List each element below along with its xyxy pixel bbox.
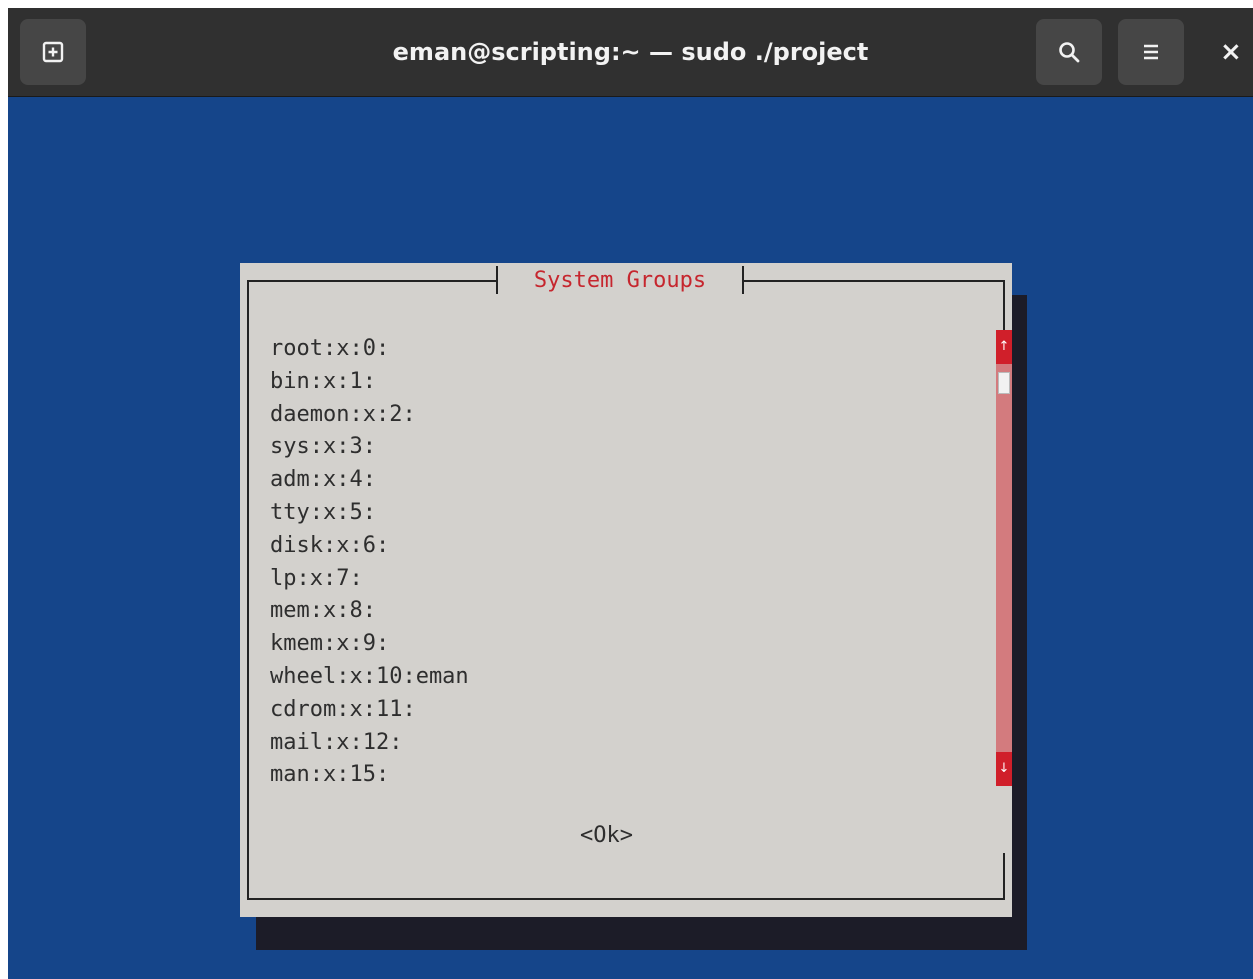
- list-item: wheel:x:10:eman: [270, 663, 469, 689]
- list-item: sys:x:3:: [270, 434, 376, 460]
- group-list: root:x:0: bin:x:1: daemon:x:2: sys:x:3: …: [270, 333, 469, 792]
- title-tick-right: [742, 266, 744, 294]
- frame-left: [247, 280, 249, 900]
- scroll-thumb[interactable]: [998, 372, 1010, 394]
- list-item: man:x:15:: [270, 762, 390, 788]
- list-item: daemon:x:2:: [270, 401, 416, 427]
- list-item: disk:x:6:: [270, 532, 390, 558]
- list-item: adm:x:4:: [270, 467, 376, 493]
- list-item: mem:x:8:: [270, 598, 376, 624]
- new-tab-button[interactable]: [20, 19, 86, 85]
- terminal-area[interactable]: System Groups root:x:0: bin:x:1: daemon:…: [8, 97, 1253, 979]
- frame-top-left: [247, 280, 497, 282]
- title-tick-left: [496, 266, 498, 294]
- hamburger-menu-icon: [1144, 44, 1158, 60]
- menu-button[interactable]: [1118, 19, 1184, 85]
- dialog-title: System Groups: [498, 263, 742, 299]
- new-tab-icon: [42, 41, 64, 63]
- frame-top-right: [742, 280, 1005, 282]
- list-item: tty:x:5:: [270, 499, 376, 525]
- scrollbar[interactable]: ↑ ↓: [996, 330, 1012, 786]
- close-button[interactable]: ×: [1220, 8, 1242, 96]
- list-item: bin:x:1:: [270, 368, 376, 394]
- list-item: kmem:x:9:: [270, 631, 390, 657]
- system-groups-dialog: System Groups root:x:0: bin:x:1: daemon:…: [240, 263, 1012, 917]
- header-bar: eman@scripting:~ — sudo ./project ×: [8, 8, 1253, 97]
- frame-right-bottom: [1003, 853, 1005, 900]
- terminal-window: eman@scripting:~ — sudo ./project × Syst…: [8, 8, 1253, 979]
- frame-right-top: [1003, 280, 1005, 330]
- scroll-down-arrow[interactable]: ↓: [996, 752, 1012, 786]
- frame-bottom: [247, 898, 1005, 900]
- list-item: cdrom:x:11:: [270, 696, 416, 722]
- search-icon: [1059, 42, 1080, 63]
- ok-button[interactable]: <Ok>: [580, 821, 633, 851]
- list-item: root:x:0:: [270, 336, 390, 361]
- scroll-up-arrow[interactable]: ↑: [996, 330, 1012, 364]
- list-item: lp:x:7:: [270, 565, 363, 591]
- list-item: mail:x:12:: [270, 729, 403, 755]
- search-button[interactable]: [1036, 19, 1102, 85]
